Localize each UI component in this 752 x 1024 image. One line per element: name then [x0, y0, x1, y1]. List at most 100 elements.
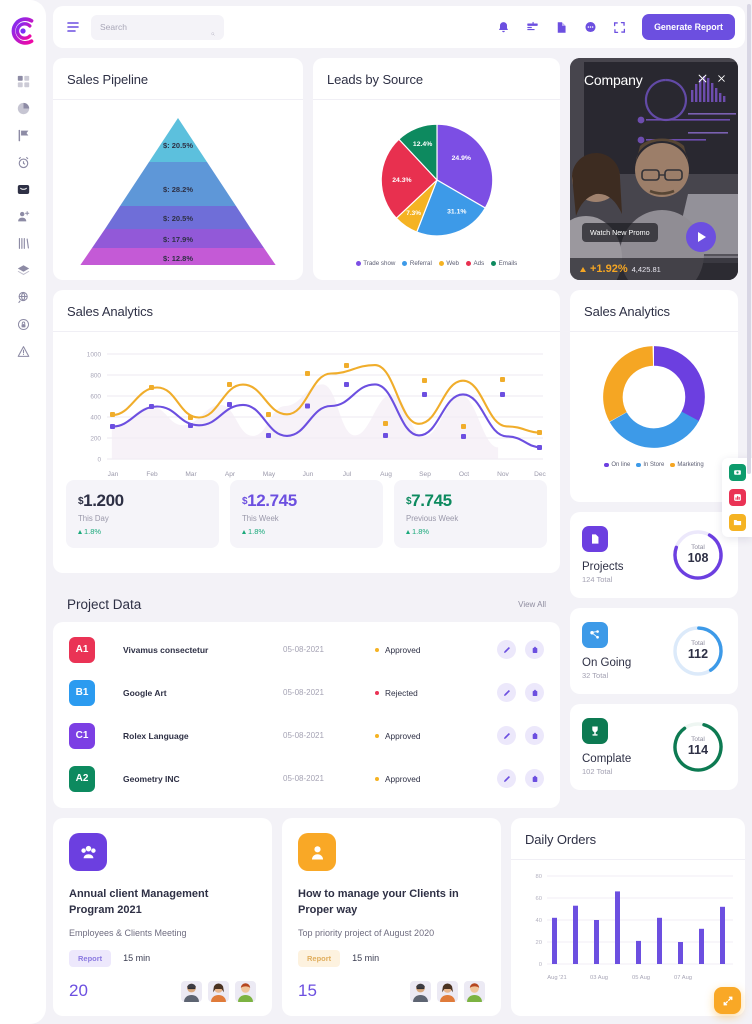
hamburger-icon[interactable] [65, 19, 81, 35]
scrollbar[interactable] [747, 4, 751, 474]
play-icon[interactable] [686, 222, 716, 252]
generate-report-button[interactable]: Generate Report [642, 14, 735, 40]
bottom-card-manage-clients[interactable]: How to manage your Clients in Proper way… [282, 818, 501, 1016]
avatar[interactable] [464, 980, 485, 1002]
avatar-group [181, 980, 256, 1002]
x-tick: Nov [497, 471, 509, 478]
logo-icon[interactable] [3, 8, 43, 54]
view-all-link[interactable]: View All [518, 600, 546, 609]
mini-card-complete[interactable]: Complate 102 Total Total 114 [570, 704, 738, 790]
bell-icon[interactable] [497, 21, 510, 34]
avatar[interactable] [437, 980, 458, 1002]
pie-chart-icon [17, 102, 30, 115]
legend-item[interactable]: On line [604, 462, 630, 468]
sidebar-item-reports[interactable] [8, 230, 38, 257]
report-badge[interactable]: Report [298, 949, 341, 967]
calendar-icon[interactable] [526, 21, 539, 34]
page-title-daily-orders: Daily Orders [525, 832, 597, 847]
delete-icon[interactable] [525, 769, 544, 788]
chart-icon[interactable] [728, 489, 746, 506]
sidebar-item-globe[interactable] [8, 284, 38, 311]
file-icon [582, 526, 608, 552]
table-row[interactable]: A2 Geometry INC 05-08-2021 Approved [53, 757, 560, 800]
avatar[interactable] [208, 980, 229, 1002]
sidebar-item-reminders[interactable] [8, 149, 38, 176]
mini-card-projects[interactable]: Projects 124 Total Total 108 [570, 512, 738, 598]
chat-icon[interactable] [584, 21, 597, 34]
table-row[interactable]: B1 Google Art 05-08-2021 Rejected [53, 671, 560, 714]
mini-card-subtitle: 102 Total [582, 767, 613, 776]
file-icon[interactable] [555, 21, 568, 34]
pie-label-web: 7.3% [406, 210, 421, 217]
table-row[interactable]: C1 Rolex Language 05-08-2021 Approved [53, 714, 560, 757]
person-icon [298, 833, 336, 871]
status-badge: Approved [375, 774, 483, 784]
legend-item[interactable]: Emails [491, 260, 517, 267]
search-box[interactable] [91, 14, 224, 40]
close-icon[interactable] [717, 70, 726, 88]
avatar[interactable] [235, 980, 256, 1002]
status-dot [375, 733, 379, 738]
status-label: Rejected [385, 687, 418, 698]
sidebar-item-alerts[interactable] [8, 338, 38, 365]
sidebar-item-messages[interactable] [8, 176, 38, 203]
sidebar-item-products[interactable] [8, 257, 38, 284]
row-charts-top: Sales Pipeline $: 20.5% $: 28.2% $: 20.5… [53, 58, 745, 280]
table-row[interactable]: A1 Vivamus consectetur 05-08-2021 Approv… [53, 628, 560, 671]
arrow-up-icon [406, 529, 410, 534]
avatar[interactable] [410, 980, 431, 1002]
legend-item[interactable]: Referral [402, 260, 432, 267]
project-date: 05-08-2021 [283, 774, 324, 783]
delete-icon[interactable] [525, 726, 544, 745]
line-chart: 1000 800 600 400 200 0 Jan Feb Mar Apr M… [53, 332, 560, 479]
project-name: Vivamus consectetur [123, 644, 209, 655]
edit-icon[interactable] [497, 640, 516, 659]
lock-icon [17, 318, 30, 331]
edit-icon[interactable] [497, 683, 516, 702]
bottom-card-footer: 15 [298, 980, 485, 1002]
delete-icon[interactable] [525, 640, 544, 659]
sales-analytics-card: Sales Analytics 1000 800 600 400 200 0 J… [53, 290, 560, 573]
avatar[interactable] [181, 980, 202, 1002]
video-stats: +1.92% 4,425.81 [570, 258, 738, 280]
sidebar-item-analytics[interactable] [8, 95, 38, 122]
delete-icon[interactable] [525, 683, 544, 702]
mini-card-ongoing[interactable]: On Going 32 Total Total 112 [570, 608, 738, 694]
search-input[interactable] [100, 22, 211, 32]
globe-icon [17, 291, 30, 304]
legend-label: Trade show [363, 260, 396, 267]
edit-icon[interactable] [497, 769, 516, 788]
progress-ring: Total 114 [670, 719, 726, 775]
search-icon[interactable] [211, 23, 215, 36]
report-badge[interactable]: Report [69, 949, 112, 967]
folder-icon[interactable] [728, 514, 746, 531]
legend-item[interactable]: Marketing [670, 462, 704, 468]
video-actions [698, 70, 726, 88]
expand-icon[interactable] [698, 70, 707, 88]
edit-icon[interactable] [497, 726, 516, 745]
legend-item[interactable]: Ads [466, 260, 484, 267]
legend-item[interactable]: In Store [636, 462, 664, 468]
fullscreen-icon[interactable] [613, 21, 626, 34]
project-badge: A1 [69, 636, 95, 663]
watch-promo-button[interactable]: Watch New Promo [582, 223, 658, 242]
bottom-card-footer: 20 [69, 980, 256, 1002]
sidebar-item-security[interactable] [8, 311, 38, 338]
sidebar-item-dashboard[interactable] [8, 68, 38, 95]
legend-item[interactable]: Web [438, 260, 459, 267]
sidebar-item-campaigns[interactable] [8, 122, 38, 149]
avatar-group [410, 980, 485, 1002]
bar [615, 891, 620, 964]
bottom-card-annual-program[interactable]: Annual client Management Program 2021 Em… [53, 818, 272, 1016]
x-tick: Jan [108, 471, 119, 478]
stat-value: $12.745 [242, 491, 371, 511]
sidebar-item-contacts[interactable] [8, 203, 38, 230]
settings-icon[interactable] [728, 464, 746, 481]
arrow-up-icon [242, 529, 246, 534]
legend-item[interactable]: Trade show [355, 260, 396, 267]
row-actions [497, 683, 544, 702]
company-video-card[interactable]: Company Watch New Promo +1.92% 4,425.81 [570, 58, 738, 280]
ring-value: 112 [687, 646, 709, 661]
expand-fab-icon[interactable] [714, 987, 741, 1014]
stat-label: Previous Week [406, 514, 459, 523]
